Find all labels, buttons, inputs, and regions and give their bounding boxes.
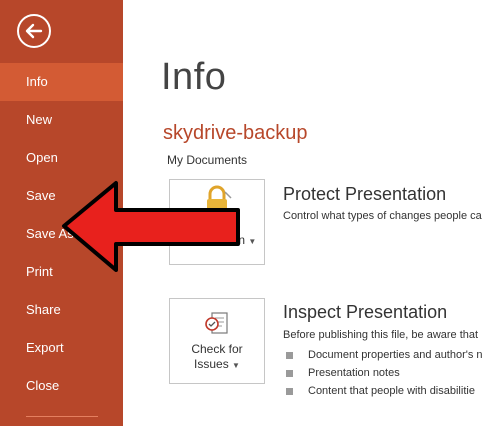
sidebar-item-save[interactable]: Save bbox=[0, 177, 123, 215]
chevron-down-icon: ▼ bbox=[248, 237, 257, 246]
sidebar-item-share[interactable]: Share bbox=[0, 291, 123, 329]
check-button-label-line1: Check for bbox=[191, 342, 243, 356]
check-for-issues-button[interactable]: Check for Issues ▼ bbox=[169, 298, 265, 384]
file-location[interactable]: My Documents bbox=[167, 153, 247, 167]
sidebar-item-save-as[interactable]: Save As bbox=[0, 215, 123, 253]
sidebar-item-print[interactable]: Print bbox=[0, 253, 123, 291]
chevron-down-icon: ▼ bbox=[232, 361, 240, 370]
sidebar-item-export[interactable]: Export bbox=[0, 329, 123, 367]
protect-button-label-line1: Protect bbox=[197, 218, 236, 232]
sidebar-item-close[interactable]: Close bbox=[0, 367, 123, 405]
sidebar-divider bbox=[26, 416, 98, 417]
inspect-heading: Inspect Presentation bbox=[283, 302, 448, 322]
back-button[interactable] bbox=[17, 14, 51, 48]
list-item: Presentation notes bbox=[286, 364, 494, 382]
bullet-icon bbox=[286, 369, 293, 377]
protect-heading: Protect Presentation bbox=[283, 184, 447, 204]
info-panel: Info skydrive-backup My Documents Protec… bbox=[123, 0, 494, 426]
bullet-icon bbox=[286, 387, 293, 395]
inspect-document-icon bbox=[205, 312, 228, 334]
back-arrow-icon bbox=[25, 23, 43, 39]
sidebar-item-info[interactable]: Info bbox=[0, 63, 123, 101]
inspect-bullet-list: Document properties and author's n Prese… bbox=[286, 346, 494, 400]
bullet-icon bbox=[286, 351, 293, 359]
backstage-sidebar: Info New Open Save Save As Print Share E… bbox=[0, 0, 123, 426]
sidebar-item-open[interactable]: Open bbox=[0, 139, 123, 177]
list-item: Content that people with disabilitie bbox=[286, 382, 494, 400]
list-item: Document properties and author's n bbox=[286, 346, 494, 364]
protect-description: Control what types of changes people ca bbox=[283, 210, 482, 222]
lock-icon bbox=[207, 185, 232, 214]
inspect-description: Before publishing this file, be aware th… bbox=[283, 329, 479, 341]
page-title: Info bbox=[161, 56, 227, 98]
protect-button-label-line2: Presentation bbox=[177, 233, 246, 247]
protect-presentation-button[interactable]: Protect Presentation ▼ bbox=[169, 179, 265, 265]
file-name: skydrive-backup bbox=[163, 122, 308, 144]
check-button-label-line2: Issues bbox=[194, 357, 229, 371]
sidebar-item-new[interactable]: New bbox=[0, 101, 123, 139]
